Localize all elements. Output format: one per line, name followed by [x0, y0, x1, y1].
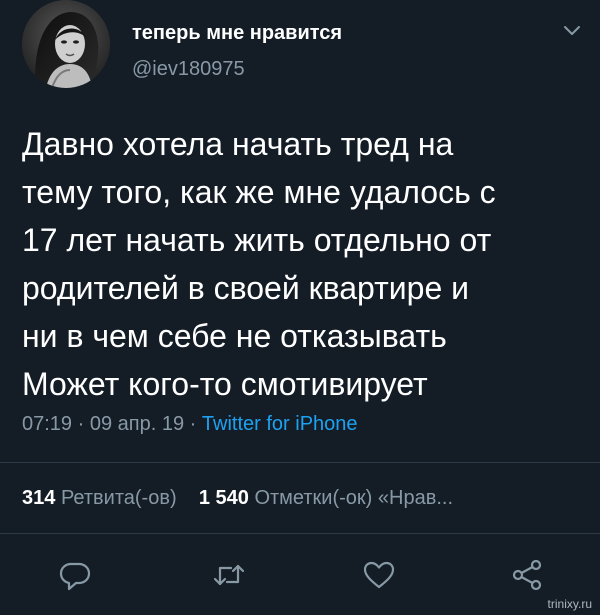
tweet-text-line: тему того, как же мне удалось с: [22, 174, 496, 210]
likes-stat[interactable]: 1 540 Отметки(-ок) «Нрав...: [199, 487, 453, 509]
retweets-label: Ретвита(-ов): [60, 487, 177, 509]
retweets-count: 314: [22, 487, 56, 509]
tweet-meta: 07:19 · 09 апр. 19 · Twitter for iPhone: [22, 413, 358, 436]
tweet-stats: 314 Ретвита(-ов) 1 540 Отметки(-ок) «Нра…: [22, 487, 453, 510]
tweet-header: теперь мне нравится @iev180975: [22, 0, 582, 98]
like-icon: [363, 561, 395, 589]
tweet-menu-button[interactable]: [562, 24, 582, 38]
avatar[interactable]: [22, 0, 110, 88]
watermark: trinixy.ru: [547, 597, 592, 611]
tweet-actions: [0, 552, 600, 596]
divider: [0, 533, 600, 534]
tweet-text-line: Может кого-то смотивирует: [22, 366, 428, 402]
tweet-text-line: Давно хотела начать тред на: [22, 126, 454, 162]
avatar-photo-icon: [22, 0, 110, 88]
tweet-source-link[interactable]: Twitter for iPhone: [202, 413, 358, 435]
meta-separator: ·: [77, 413, 85, 435]
retweet-button[interactable]: [212, 558, 246, 592]
display-name[interactable]: теперь мне нравится: [132, 22, 342, 45]
like-button[interactable]: [362, 558, 396, 592]
tweet-date[interactable]: 09 апр. 19: [90, 413, 184, 435]
retweets-stat[interactable]: 314 Ретвита(-ов): [22, 487, 182, 509]
tweet-text-line: родителей в своей квартире и: [22, 270, 470, 306]
share-button[interactable]: [510, 558, 544, 592]
likes-count: 1 540: [198, 487, 249, 509]
tweet-time[interactable]: 07:19: [22, 413, 72, 435]
tweet-text-line: ни в чем себе не отказывать: [22, 318, 447, 354]
likes-label: Отметки(-ок) «Нрав...: [254, 487, 453, 509]
divider: [0, 462, 600, 463]
meta-separator: ·: [189, 413, 197, 435]
chevron-down-icon: [564, 26, 580, 35]
retweet-icon: [213, 564, 245, 586]
reply-icon: [59, 562, 91, 591]
tweet-card: теперь мне нравится @iev180975 Давно хот…: [0, 0, 600, 615]
tweet-text-line: 17 лет начать жить отдельно от: [22, 222, 492, 258]
reply-button[interactable]: [58, 558, 92, 592]
user-handle[interactable]: @iev180975: [132, 58, 245, 81]
share-icon: [512, 559, 542, 591]
tweet-text: Давно хотела начать тред на тему того, к…: [22, 120, 582, 408]
